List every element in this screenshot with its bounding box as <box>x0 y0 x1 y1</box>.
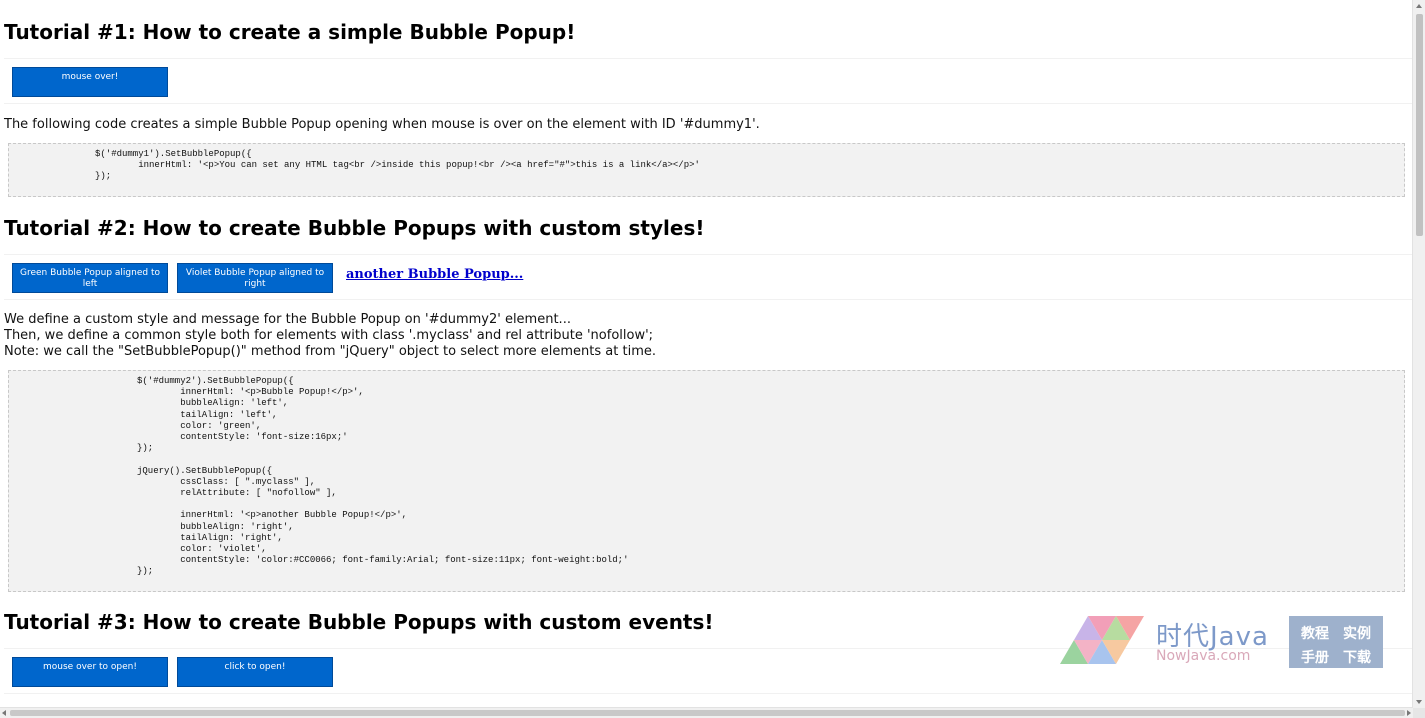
violet-popup-button[interactable]: Violet Bubble Popup aligned to right <box>177 263 333 293</box>
vertical-scrollbar[interactable] <box>1412 0 1425 708</box>
tutorial1-code-block: $('#dummy1').SetBubblePopup({ innerHtml:… <box>8 143 1405 197</box>
mouse-over-button[interactable]: mouse over! <box>12 67 168 97</box>
page-content: Tutorial #1: How to create a simple Bubb… <box>0 0 1413 708</box>
watermark-menu-box: 教程 实例 手册 下载 <box>1289 616 1383 668</box>
tutorial2-description: We define a custom style and message for… <box>4 312 656 360</box>
scroll-left-arrow-icon[interactable] <box>2 710 6 716</box>
triangle-logo-icon <box>1060 616 1144 664</box>
tutorial1-title: Tutorial #1: How to create a simple Bubb… <box>4 20 576 44</box>
scroll-up-arrow-icon[interactable] <box>1416 4 1422 8</box>
watermark-box-label: 手册 <box>1301 650 1329 666</box>
tutorial2-description-line: Then, we define a common style both for … <box>4 328 654 343</box>
horizontal-scroll-thumb[interactable] <box>10 710 1405 716</box>
tutorial1-description: The following code creates a simple Bubb… <box>4 117 760 132</box>
mouse-over-to-open-button[interactable]: mouse over to open! <box>12 657 168 687</box>
scroll-down-arrow-icon[interactable] <box>1416 700 1422 704</box>
tutorial2-description-line: We define a custom style and message for… <box>4 312 571 327</box>
watermark-box-label: 下载 <box>1343 650 1371 666</box>
tutorial2-code-block: $('#dummy2').SetBubblePopup({ innerHtml:… <box>8 370 1405 592</box>
green-popup-button[interactable]: Green Bubble Popup aligned to left <box>12 263 168 293</box>
watermark-english-text: NowJava.com <box>1156 648 1251 664</box>
vertical-scroll-thumb[interactable] <box>1416 14 1423 236</box>
tutorial2-demo-area: Green Bubble Popup aligned to left Viole… <box>4 254 1413 300</box>
tutorial2-description-line: Note: we call the "SetBubblePopup()" met… <box>4 344 656 359</box>
nowjava-watermark: 时代Java NowJava.com 教程 实例 手册 下载 <box>1058 616 1384 668</box>
scroll-right-arrow-icon[interactable] <box>1407 710 1411 716</box>
horizontal-scrollbar[interactable] <box>0 707 1413 718</box>
watermark-box-label: 实例 <box>1343 626 1371 642</box>
tutorial1-demo-area: mouse over! <box>4 58 1413 104</box>
click-to-open-button[interactable]: click to open! <box>177 657 333 687</box>
tutorial3-title: Tutorial #3: How to create Bubble Popups… <box>4 610 714 634</box>
another-popup-link[interactable]: another Bubble Popup... <box>346 267 523 282</box>
tutorial2-title: Tutorial #2: How to create Bubble Popups… <box>4 216 705 240</box>
watermark-box-label: 教程 <box>1301 626 1329 642</box>
scrollbar-corner <box>1413 708 1425 718</box>
